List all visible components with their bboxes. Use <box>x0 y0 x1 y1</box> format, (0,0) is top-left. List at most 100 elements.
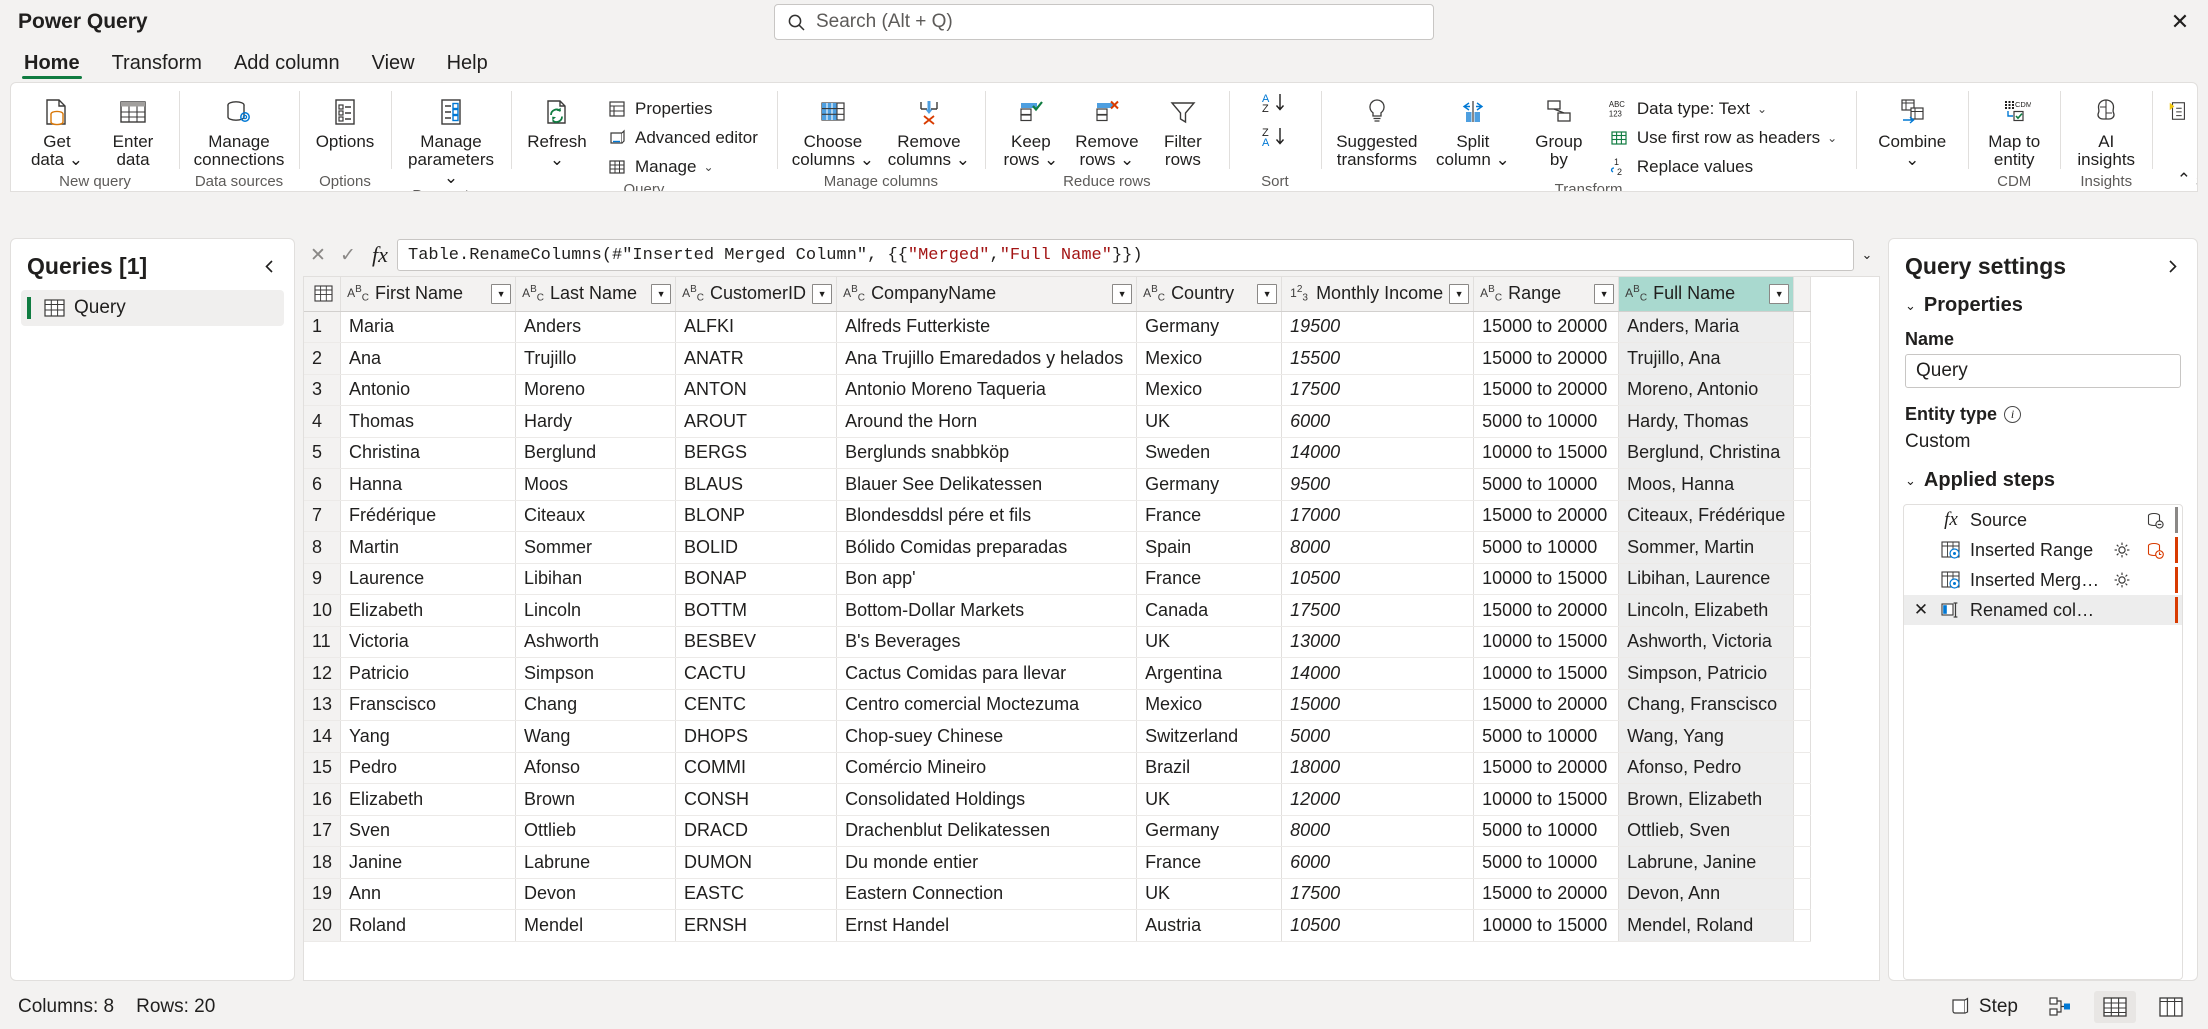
table-cell[interactable]: Comércio Mineiro <box>837 752 1137 784</box>
table-row[interactable]: 9LaurenceLibihanBONAPBon app'France10500… <box>304 563 1811 595</box>
table-cell[interactable]: Libihan <box>516 563 676 595</box>
table-cell[interactable]: Elizabeth <box>341 595 516 627</box>
table-cell[interactable]: Pedro <box>341 752 516 784</box>
table-row[interactable]: 20RolandMendelERNSHErnst HandelAustria10… <box>304 910 1811 942</box>
enter-data-button[interactable]: Enter data <box>95 89 171 169</box>
table-cell[interactable]: Eastern Connection <box>837 878 1137 910</box>
table-cell[interactable]: Labrune, Janine <box>1619 847 1794 879</box>
table-row[interactable]: 19AnnDevonEASTCEastern ConnectionUK17500… <box>304 878 1811 910</box>
info-icon[interactable]: i <box>2004 406 2021 423</box>
table-cell[interactable]: AROUT <box>676 406 837 438</box>
table-cell[interactable]: Ottlieb, Sven <box>1619 815 1794 847</box>
table-cell[interactable]: Ana Trujillo Emaredados y helados <box>837 343 1137 375</box>
search-box[interactable]: Search (Alt + Q) <box>774 4 1434 40</box>
table-cell[interactable]: Mexico <box>1137 689 1282 721</box>
row-number[interactable]: 1 <box>304 311 341 343</box>
filter-rows-button[interactable]: Filter rows <box>1145 89 1221 169</box>
choose-columns-button[interactable]: Choose columns ⌄ <box>785 89 881 169</box>
map-to-entity-button[interactable]: CDM Map to entity <box>1976 89 2052 169</box>
table-cell[interactable]: Canada <box>1137 595 1282 627</box>
table-row[interactable]: 2AnaTrujilloANATRAna Trujillo Emaredados… <box>304 343 1811 375</box>
tab-home[interactable]: Home <box>8 44 96 82</box>
row-number[interactable]: 10 <box>304 595 341 627</box>
database-clock-icon[interactable] <box>2142 541 2168 560</box>
table-cell[interactable]: Devon, Ann <box>1619 878 1794 910</box>
suggested-transforms-button[interactable]: Suggested transforms <box>1329 89 1425 169</box>
table-cell[interactable]: Consolidated Holdings <box>837 784 1137 816</box>
table-cell[interactable]: Brazil <box>1137 752 1282 784</box>
row-number[interactable]: 7 <box>304 500 341 532</box>
table-cell[interactable]: Chang <box>516 689 676 721</box>
row-number[interactable]: 9 <box>304 563 341 595</box>
row-number[interactable]: 8 <box>304 532 341 564</box>
table-cell[interactable]: 10000 to 15000 <box>1474 910 1619 942</box>
table-cell[interactable]: 17500 <box>1282 595 1474 627</box>
column-filter-icon[interactable]: ▼ <box>491 284 511 304</box>
tab-help[interactable]: Help <box>431 44 504 82</box>
table-cell[interactable]: 18000 <box>1282 752 1474 784</box>
table-cell[interactable]: 8000 <box>1282 532 1474 564</box>
table-cell[interactable]: 6000 <box>1282 847 1474 879</box>
column-header-monthly-income[interactable]: 123Monthly Income▼ <box>1282 277 1474 311</box>
column-filter-icon[interactable]: ▼ <box>1769 284 1789 304</box>
manage-query-button[interactable]: Manage ⌄ <box>599 153 765 181</box>
table-cell[interactable]: Christina <box>341 437 516 469</box>
table-cell[interactable]: Blauer See Delikatessen <box>837 469 1137 501</box>
table-cell[interactable]: Germany <box>1137 469 1282 501</box>
table-cell[interactable]: Trujillo <box>516 343 676 375</box>
table-row[interactable]: 11VictoriaAshworthBESBEVB's BeveragesUK1… <box>304 626 1811 658</box>
table-cell[interactable]: 10000 to 15000 <box>1474 626 1619 658</box>
column-filter-icon[interactable]: ▼ <box>1594 284 1614 304</box>
table-row[interactable]: 12PatricioSimpsonCACTUCactus Comidas par… <box>304 658 1811 690</box>
table-cell[interactable]: 5000 to 10000 <box>1474 532 1619 564</box>
table-cell[interactable]: BOTTM <box>676 595 837 627</box>
table-cell[interactable]: 15000 to 20000 <box>1474 343 1619 375</box>
formula-input[interactable]: Table.RenameColumns(#"Inserted Merged Co… <box>397 239 1854 271</box>
row-number[interactable]: 5 <box>304 437 341 469</box>
column-filter-icon[interactable]: ▼ <box>1449 284 1469 304</box>
table-cell[interactable]: 10000 to 15000 <box>1474 563 1619 595</box>
table-cell[interactable]: Libihan, Laurence <box>1619 563 1794 595</box>
table-row[interactable]: 16ElizabethBrownCONSHConsolidated Holdin… <box>304 784 1811 816</box>
table-cell[interactable]: CONSH <box>676 784 837 816</box>
step-delete-icon[interactable]: ✕ <box>1910 600 1932 620</box>
select-all-corner[interactable] <box>304 277 341 311</box>
table-cell[interactable]: Simpson, Patricio <box>1619 658 1794 690</box>
export-template-button[interactable]: Export t <box>2160 97 2198 125</box>
row-number[interactable]: 17 <box>304 815 341 847</box>
keep-rows-button[interactable]: Keep rows ⌄ <box>993 89 1069 169</box>
table-cell[interactable]: Berglund <box>516 437 676 469</box>
column-header-full-name[interactable]: ABCFull Name▼ <box>1619 277 1794 311</box>
table-cell[interactable]: Chop-suey Chinese <box>837 721 1137 753</box>
table-cell[interactable]: Hardy <box>516 406 676 438</box>
table-cell[interactable]: CENTC <box>676 689 837 721</box>
applied-step-renamed-columns[interactable]: ✕ Renamed columns <box>1904 595 2182 625</box>
combine-button[interactable]: Combine ⌄ <box>1864 89 1960 169</box>
table-cell[interactable]: 14000 <box>1282 437 1474 469</box>
table-row[interactable]: 6HannaMoosBLAUSBlauer See DelikatessenGe… <box>304 469 1811 501</box>
table-cell[interactable]: DHOPS <box>676 721 837 753</box>
chevron-left-icon[interactable] <box>261 258 278 275</box>
table-cell[interactable]: Austria <box>1137 910 1282 942</box>
manage-connections-button[interactable]: Manage connections <box>187 89 291 169</box>
refresh-button[interactable]: Refresh ⌄ <box>519 89 595 169</box>
table-cell[interactable]: UK <box>1137 626 1282 658</box>
row-number[interactable]: 20 <box>304 910 341 942</box>
column-header-range[interactable]: ABCRange▼ <box>1474 277 1619 311</box>
table-cell[interactable]: Trujillo, Ana <box>1619 343 1794 375</box>
row-number[interactable]: 6 <box>304 469 341 501</box>
row-number[interactable]: 13 <box>304 689 341 721</box>
table-cell[interactable]: Ann <box>341 878 516 910</box>
table-cell[interactable]: 17500 <box>1282 374 1474 406</box>
properties-button[interactable]: Properties <box>599 95 765 123</box>
table-cell[interactable]: BERGS <box>676 437 837 469</box>
table-cell[interactable]: Brown, Elizabeth <box>1619 784 1794 816</box>
row-number[interactable]: 4 <box>304 406 341 438</box>
table-cell[interactable]: Ashworth, Victoria <box>1619 626 1794 658</box>
row-number[interactable]: 19 <box>304 878 341 910</box>
table-cell[interactable]: Frédérique <box>341 500 516 532</box>
split-column-button[interactable]: Split column ⌄ <box>1425 89 1521 169</box>
column-header-last-name[interactable]: ABCLast Name▼ <box>516 277 676 311</box>
table-row[interactable]: 15PedroAfonsoCOMMIComércio MineiroBrazil… <box>304 752 1811 784</box>
table-cell[interactable]: 15000 to 20000 <box>1474 374 1619 406</box>
